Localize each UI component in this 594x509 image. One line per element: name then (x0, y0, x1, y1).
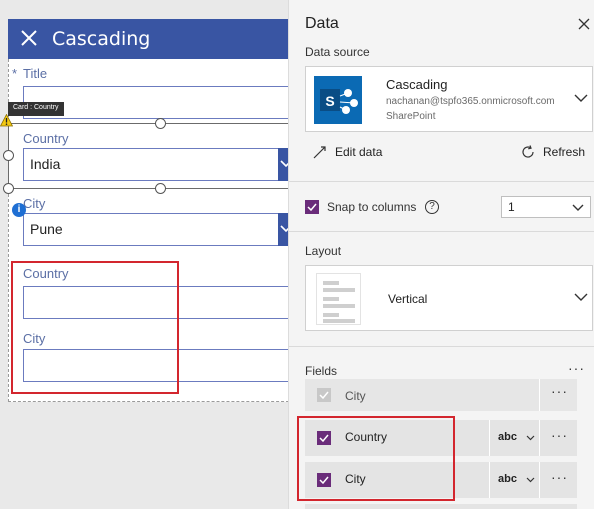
layout-label: Layout (305, 244, 342, 258)
required-mark: * (12, 66, 18, 81)
panel-title: Data (305, 15, 339, 32)
highlight-new-fields (11, 261, 179, 394)
title-input[interactable] (23, 86, 299, 119)
data-source-account: nachanan@tspfo365.onmicrosoft.com (386, 96, 555, 107)
field-more-button[interactable]: ··· (539, 420, 577, 456)
field-type: abc (498, 431, 517, 443)
edit-data-link[interactable]: Edit data (313, 144, 403, 162)
divider (289, 231, 594, 232)
city-label: City (23, 196, 46, 211)
svg-text:S: S (325, 93, 334, 109)
close-icon[interactable] (578, 18, 590, 30)
sharepoint-icon: S (314, 76, 362, 124)
more-icon: ··· (551, 383, 568, 399)
city-value: Pune (30, 221, 63, 237)
columns-value: 1 (508, 200, 515, 214)
field-checkbox[interactable] (317, 388, 331, 402)
resize-handle-top[interactable] (155, 118, 166, 129)
resize-handle-left[interactable] (3, 150, 14, 161)
divider (289, 346, 594, 347)
chevron-down-icon (572, 204, 584, 211)
help-icon[interactable]: ? (425, 200, 439, 214)
field-type-dropdown[interactable]: abc (489, 420, 539, 456)
app-canvas: Cascading * Title Country India City Pun… (0, 0, 299, 509)
field-type: abc (498, 473, 517, 485)
data-source-selector[interactable]: S Cascading nachanan@tspfo365.onmicrosof… (305, 66, 593, 132)
field-row[interactable] (305, 504, 577, 509)
refresh-button[interactable]: Refresh (521, 144, 591, 162)
field-row[interactable]: City ··· (305, 379, 577, 411)
resize-handle-bottom[interactable] (155, 183, 166, 194)
layout-selector[interactable]: Vertical (305, 265, 593, 331)
snap-to-columns-checkbox[interactable] (305, 200, 319, 214)
layout-value: Vertical (388, 292, 428, 306)
field-type-dropdown[interactable]: abc (489, 462, 539, 498)
field-more-button[interactable]: ··· (539, 462, 577, 498)
checkmark-icon (307, 203, 317, 211)
field-name: City (345, 389, 366, 403)
chevron-down-icon (526, 477, 535, 483)
warning-icon[interactable] (0, 114, 13, 127)
refresh-icon (522, 145, 534, 158)
field-more-button[interactable]: ··· (539, 379, 577, 411)
fields-label: Fields (305, 364, 338, 378)
data-panel: Data Data source S Cascading nachanan@ts… (288, 0, 594, 509)
highlight-new-fields-panel (297, 416, 455, 501)
info-icon[interactable]: i (12, 203, 26, 217)
city-dropdown[interactable]: Pune (23, 213, 299, 246)
data-source-label: Data source (305, 45, 370, 59)
selected-card-outline (8, 123, 298, 189)
refresh-label: Refresh (543, 145, 586, 159)
more-icon: ··· (551, 427, 568, 443)
chevron-down-icon (526, 435, 535, 441)
chevron-down-icon (574, 293, 588, 301)
edit-icon (313, 146, 326, 159)
close-icon[interactable] (20, 29, 38, 47)
fields-more-button[interactable]: ··· (568, 360, 585, 376)
edit-data-label: Edit data (335, 145, 383, 159)
more-icon: ··· (551, 469, 568, 485)
layout-thumbnail (316, 273, 361, 325)
chevron-down-icon (574, 94, 588, 102)
screen-header: Cascading (8, 19, 298, 59)
columns-dropdown[interactable]: 1 (501, 196, 591, 218)
resize-handle-bottom-left[interactable] (3, 183, 14, 194)
card-tooltip: Card : Country (8, 102, 64, 116)
data-source-type: SharePoint (386, 111, 436, 122)
screen-title: Cascading (52, 28, 151, 50)
checkmark-icon (319, 391, 329, 399)
snap-to-columns-label: Snap to columns (327, 200, 417, 214)
data-source-name: Cascading (386, 77, 448, 92)
divider (289, 181, 594, 182)
title-label: Title (23, 66, 48, 81)
